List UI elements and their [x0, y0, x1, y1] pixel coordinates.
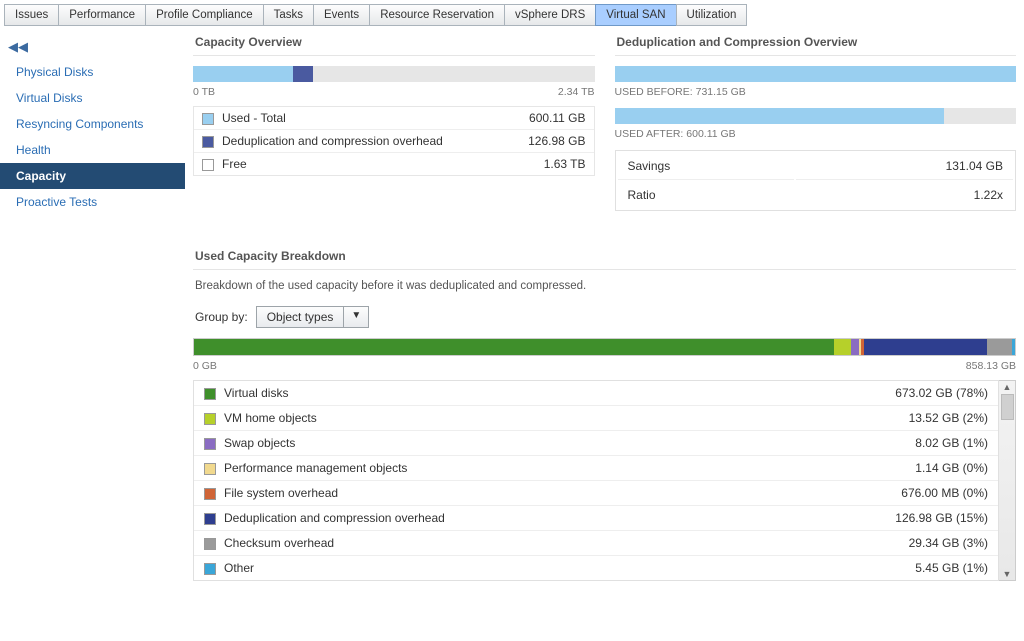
- color-swatch: [204, 538, 216, 550]
- sidebar-item-resyncing-components[interactable]: Resyncing Components: [0, 111, 185, 137]
- color-swatch: [202, 113, 214, 125]
- groupby-label: Group by:: [195, 310, 248, 324]
- breakdown-row: VM home objects13.52 GB (2%): [194, 406, 998, 431]
- breakdown-value: 8.02 GB (1%): [915, 436, 988, 450]
- tab-vsphere-drs[interactable]: vSphere DRS: [504, 4, 596, 26]
- sidebar: ◀◀ Physical DisksVirtual DisksResyncing …: [0, 27, 185, 581]
- sidebar-item-proactive-tests[interactable]: Proactive Tests: [0, 189, 185, 215]
- legend-row: Deduplication and compression overhead12…: [194, 130, 594, 153]
- dedup-overview-title: Deduplication and Compression Overview: [615, 27, 1017, 56]
- legend-value: 1.63 TB: [544, 157, 586, 171]
- chevron-down-icon: ▼: [343, 307, 368, 327]
- breakdown-min-label: 0 GB: [193, 360, 217, 372]
- tab-resource-reservation[interactable]: Resource Reservation: [369, 4, 505, 26]
- sidebar-item-physical-disks[interactable]: Physical Disks: [0, 59, 185, 85]
- color-swatch: [204, 513, 216, 525]
- breakdown-row: Deduplication and compression overhead12…: [194, 506, 998, 531]
- breakdown-title: Used Capacity Breakdown: [193, 241, 1016, 270]
- stat-row: Ratio1.22x: [618, 182, 1014, 208]
- breakdown-value: 126.98 GB (15%): [895, 511, 988, 525]
- tab-tasks[interactable]: Tasks: [263, 4, 314, 26]
- tab-utilization[interactable]: Utilization: [676, 4, 748, 26]
- color-swatch: [204, 438, 216, 450]
- legend-row: Used - Total600.11 GB: [194, 107, 594, 130]
- breakdown-row: Swap objects8.02 GB (1%): [194, 431, 998, 456]
- capacity-overview-panel: Capacity Overview 0 TB 2.34 TB Used - To…: [193, 27, 595, 211]
- dedup-before-label: USED BEFORE: 731.15 GB: [615, 86, 1017, 98]
- breakdown-value: 13.52 GB (2%): [909, 411, 988, 425]
- tab-performance[interactable]: Performance: [58, 4, 146, 26]
- color-swatch: [202, 159, 214, 171]
- color-swatch: [204, 463, 216, 475]
- color-swatch: [204, 563, 216, 575]
- tab-profile-compliance[interactable]: Profile Compliance: [145, 4, 264, 26]
- breakdown-row: File system overhead676.00 MB (0%): [194, 481, 998, 506]
- dedup-after-bar: [615, 108, 1017, 124]
- dedup-overview-panel: Deduplication and Compression Overview U…: [615, 27, 1017, 211]
- capacity-bar: [193, 66, 595, 82]
- capacity-legend: Used - Total600.11 GBDeduplication and c…: [193, 106, 595, 176]
- collapse-icon[interactable]: ◀◀: [0, 35, 185, 59]
- breakdown-value: 676.00 MB (0%): [901, 486, 988, 500]
- tab-issues[interactable]: Issues: [4, 4, 59, 26]
- color-swatch: [204, 388, 216, 400]
- breakdown-max-label: 858.13 GB: [966, 360, 1016, 372]
- breakdown-row: Virtual disks673.02 GB (78%): [194, 381, 998, 406]
- scrollbar[interactable]: ▲ ▼: [999, 380, 1016, 581]
- tab-virtual-san[interactable]: Virtual SAN: [595, 4, 676, 26]
- breakdown-row: Checksum overhead29.34 GB (3%): [194, 531, 998, 556]
- breakdown-description: Breakdown of the used capacity before it…: [193, 270, 1016, 306]
- capacity-max-label: 2.34 TB: [558, 86, 595, 98]
- breakdown-value: 29.34 GB (3%): [909, 536, 988, 550]
- breakdown-list: Virtual disks673.02 GB (78%)VM home obje…: [193, 380, 999, 581]
- groupby-value: Object types: [257, 307, 344, 327]
- dedup-before-bar: [615, 66, 1017, 82]
- legend-row: Free1.63 TB: [194, 153, 594, 175]
- groupby-dropdown[interactable]: Object types ▼: [256, 306, 370, 328]
- legend-value: 600.11 GB: [529, 111, 585, 125]
- breakdown-bar: [193, 338, 1016, 356]
- capacity-min-label: 0 TB: [193, 86, 215, 98]
- capacity-overview-title: Capacity Overview: [193, 27, 595, 56]
- dedup-stats-table: Savings131.04 GBRatio1.22x: [615, 150, 1017, 211]
- color-swatch: [204, 413, 216, 425]
- dedup-after-label: USED AFTER: 600.11 GB: [615, 128, 1017, 140]
- top-tabs: IssuesPerformanceProfile ComplianceTasks…: [0, 0, 1024, 26]
- scroll-down-icon[interactable]: ▼: [1003, 569, 1012, 579]
- breakdown-value: 673.02 GB (78%): [895, 386, 988, 400]
- sidebar-item-capacity[interactable]: Capacity: [0, 163, 185, 189]
- color-swatch: [204, 488, 216, 500]
- tab-events[interactable]: Events: [313, 4, 370, 26]
- breakdown-value: 5.45 GB (1%): [915, 561, 988, 575]
- sidebar-item-virtual-disks[interactable]: Virtual Disks: [0, 85, 185, 111]
- breakdown-panel: Used Capacity Breakdown Breakdown of the…: [193, 241, 1016, 581]
- breakdown-value: 1.14 GB (0%): [915, 461, 988, 475]
- sidebar-item-health[interactable]: Health: [0, 137, 185, 163]
- scroll-up-icon[interactable]: ▲: [1003, 382, 1012, 392]
- color-swatch: [202, 136, 214, 148]
- breakdown-row: Other5.45 GB (1%): [194, 556, 998, 580]
- legend-value: 126.98 GB: [528, 134, 585, 148]
- breakdown-row: Performance management objects1.14 GB (0…: [194, 456, 998, 481]
- stat-row: Savings131.04 GB: [618, 153, 1014, 180]
- scroll-thumb[interactable]: [1001, 394, 1014, 420]
